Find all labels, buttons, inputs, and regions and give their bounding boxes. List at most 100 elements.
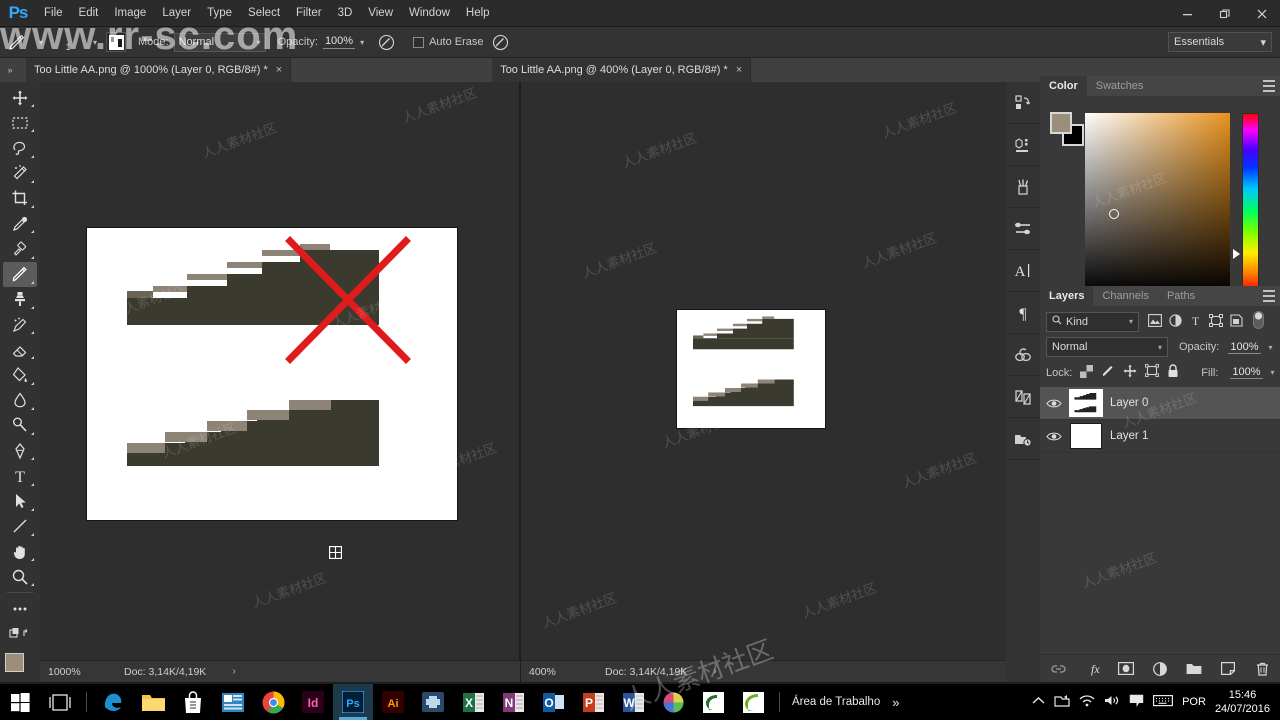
blend-mode-select[interactable]: Normal ▾ (173, 32, 266, 52)
lasso-tool[interactable] (3, 135, 37, 160)
eyedropper-tool[interactable] (3, 211, 37, 236)
quick-mask-icon[interactable] (3, 622, 37, 647)
language-indicator[interactable]: POR (1182, 696, 1206, 708)
menu-image[interactable]: Image (106, 0, 154, 27)
properties-panel-icon[interactable] (1006, 124, 1040, 166)
color-field-cursor[interactable] (1109, 209, 1119, 219)
link-layers-icon[interactable] (1049, 660, 1067, 678)
document-tab-1[interactable]: Too Little AA.png @ 1000% (Layer 0, RGB/… (26, 58, 292, 82)
hue-slider[interactable] (1242, 113, 1259, 293)
tab-color[interactable]: Color (1040, 76, 1087, 96)
status-expand-icon[interactable]: › (232, 666, 235, 677)
tab-paths[interactable]: Paths (1158, 286, 1204, 306)
layer-row-1[interactable]: Layer 1 (1040, 420, 1280, 453)
color-field[interactable] (1085, 113, 1230, 293)
document-pane-1000[interactable] (40, 82, 520, 682)
new-adjustment-layer-icon[interactable] (1151, 660, 1169, 678)
filter-adjustment-icon[interactable] (1169, 313, 1182, 330)
auto-erase-checkbox[interactable] (413, 36, 425, 48)
spot-healing-brush-tool[interactable] (3, 236, 37, 261)
add-layer-mask-icon[interactable] (1117, 660, 1135, 678)
layer-blend-mode-select[interactable]: Normal ▾ (1046, 337, 1168, 357)
document-tab-2[interactable]: Too Little AA.png @ 400% (Layer 0, RGB/8… (492, 58, 752, 82)
camtasia-green-icon[interactable] (733, 684, 773, 720)
ellipsis-icon[interactable] (3, 596, 37, 621)
paragraph-panel-icon[interactable]: ¶ (1006, 292, 1040, 334)
menu-view[interactable]: View (360, 0, 401, 27)
powerpoint-icon[interactable]: P (573, 684, 613, 720)
document-pane-400[interactable] (521, 82, 1040, 682)
layer-thumbnail-0[interactable] (1069, 389, 1103, 417)
chevron-down-icon[interactable]: ▾ (1271, 368, 1275, 377)
windows-start-icon[interactable] (0, 684, 40, 720)
hand-tool[interactable] (3, 539, 37, 564)
task-view-icon[interactable] (40, 684, 80, 720)
eye-icon[interactable] (1046, 398, 1062, 409)
premiere-icon[interactable] (413, 684, 453, 720)
pen-tool[interactable] (3, 438, 37, 463)
menu-type[interactable]: Type (199, 0, 240, 27)
dodge-tool[interactable] (3, 413, 37, 438)
libraries-panel-icon[interactable] (1006, 334, 1040, 376)
filter-type-icon[interactable]: T (1189, 314, 1202, 330)
file-explorer-icon[interactable] (133, 684, 173, 720)
brush-preset-chevron-icon[interactable]: ▾ (88, 38, 102, 47)
word-icon[interactable]: W (613, 684, 653, 720)
restore-icon[interactable] (1206, 0, 1243, 27)
lock-position-icon[interactable] (1123, 364, 1137, 381)
workspace-select[interactable]: Essentials ▾ (1168, 32, 1272, 52)
show-hidden-icons-chevron[interactable] (1032, 696, 1045, 709)
new-layer-icon[interactable] (1219, 660, 1237, 678)
color-foreground-swatch[interactable] (1050, 112, 1072, 134)
layer-filter-kind-select[interactable]: Kind ▾ (1046, 311, 1139, 332)
menu-edit[interactable]: Edit (71, 0, 107, 27)
path-selection-tool[interactable] (3, 489, 37, 514)
close-icon[interactable]: × (736, 64, 742, 76)
opacity-chevron-icon[interactable]: ▾ (355, 38, 369, 47)
delete-layer-icon[interactable] (1253, 660, 1271, 678)
layer-styles-fx-icon[interactable]: fx (1083, 660, 1101, 678)
chrome-icon[interactable] (253, 684, 293, 720)
history-panel-icon[interactable] (1006, 82, 1040, 124)
move-tool[interactable] (3, 85, 37, 110)
artboard-400[interactable] (677, 310, 825, 428)
brush-settings-panel-icon[interactable] (1006, 208, 1040, 250)
news-icon[interactable] (213, 684, 253, 720)
foreground-color-swatch[interactable] (5, 652, 24, 672)
tablet-pressure-opacity-icon[interactable] (369, 27, 403, 58)
zoom-level-400[interactable]: 400% (521, 666, 583, 678)
onenote-icon[interactable]: N (493, 684, 533, 720)
removable-media-icon[interactable] (1054, 694, 1070, 710)
color-wheel-icon[interactable] (653, 684, 693, 720)
menu-select[interactable]: Select (240, 0, 288, 27)
indesign-icon[interactable]: Id (293, 684, 333, 720)
new-group-icon[interactable] (1185, 660, 1203, 678)
menu-help[interactable]: Help (458, 0, 498, 27)
opacity-value[interactable]: 100% (322, 35, 356, 49)
store-icon[interactable] (173, 684, 213, 720)
zoom-tool[interactable] (3, 564, 37, 589)
clock[interactable]: 15:46 24/07/2016 (1215, 688, 1270, 716)
gradient-tool[interactable] (3, 362, 37, 387)
pencil-icon[interactable] (0, 27, 34, 58)
rectangular-marquee-tool[interactable] (3, 110, 37, 135)
color-swatches[interactable] (3, 652, 37, 683)
minimize-icon[interactable] (1169, 0, 1206, 27)
status-expand-icon[interactable]: › (713, 666, 716, 677)
desktop-toolbar-label[interactable]: Área de Trabalho (786, 696, 886, 708)
zoom-level-1000[interactable]: 1000% (40, 666, 102, 678)
close-icon[interactable]: × (276, 64, 282, 76)
layer-thumbnail-1[interactable] (1070, 423, 1102, 449)
panel-menu-icon[interactable] (1263, 290, 1275, 302)
keyboard-icon[interactable] (1153, 694, 1174, 710)
photoshop-icon[interactable]: Ps (333, 684, 373, 720)
filter-power-toggle[interactable] (1253, 311, 1264, 332)
brush-size-value[interactable]: 1 (48, 33, 88, 52)
line-tool[interactable] (3, 514, 37, 539)
chevron-down-icon[interactable]: ▾ (1269, 343, 1273, 352)
tablet-pressure-size-icon[interactable] (484, 27, 518, 58)
brush-tool[interactable] (3, 261, 37, 287)
tab-channels[interactable]: Channels (1093, 286, 1157, 306)
network-icon[interactable] (1079, 694, 1095, 710)
action-center-icon[interactable] (1129, 694, 1144, 711)
